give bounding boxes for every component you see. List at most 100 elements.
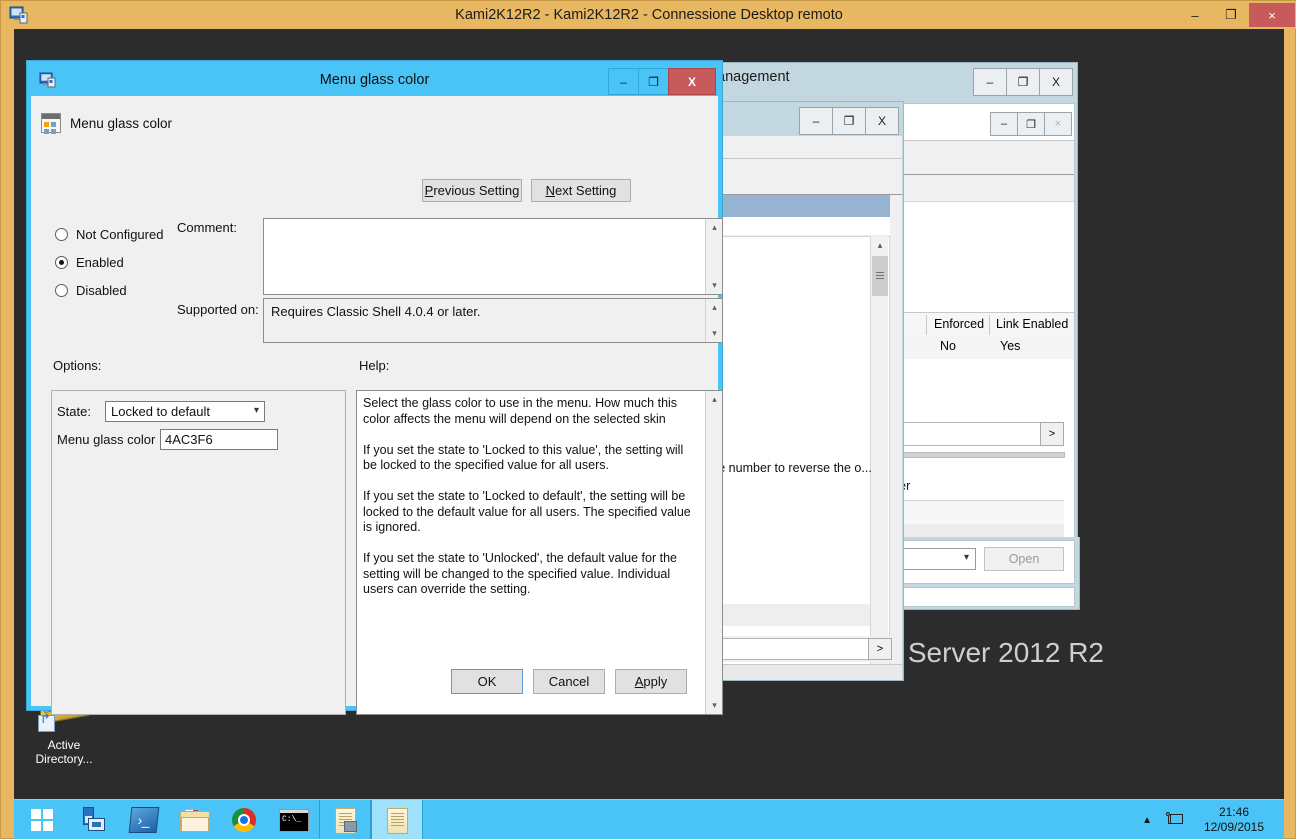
radio-enabled[interactable]: Enabled: [55, 248, 163, 276]
taskbar-group-policy-editor[interactable]: [371, 800, 423, 839]
taskbar-group-policy-management[interactable]: [319, 800, 371, 839]
dialog-maximize-button[interactable]: ❐: [638, 68, 669, 95]
gpm-child-restore-button[interactable]: ❐: [1017, 112, 1045, 136]
supported-on-textarea[interactable]: Requires Classic Shell 4.0.4 or later. ▴…: [263, 298, 723, 343]
taskbar-command-prompt[interactable]: C:\_: [269, 800, 319, 839]
radio-disabled-indicator[interactable]: [55, 284, 68, 297]
supported-scroll-down-icon[interactable]: ▾: [706, 325, 723, 342]
gpe-scroll-thumb[interactable]: [872, 256, 888, 296]
remote-desktop-minimize-button[interactable]: –: [1177, 3, 1213, 27]
supported-scroll-up-icon[interactable]: ▴: [706, 299, 723, 316]
gpm-child-minimize-button[interactable]: –: [990, 112, 1018, 136]
cancel-button[interactable]: Cancel: [533, 669, 605, 694]
remote-desktop-window-controls: – ❐ ×: [1177, 3, 1295, 27]
gpe-expand-button[interactable]: >: [868, 638, 892, 660]
radio-not-configured-indicator[interactable]: [55, 228, 68, 241]
remote-desktop-restore-button[interactable]: ❐: [1213, 3, 1249, 27]
clock-date: 12/09/2015: [1198, 820, 1270, 835]
remote-desktop-titlebar[interactable]: Kami2K12R2 - Kami2K12R2 - Connessione De…: [1, 1, 1296, 29]
gpm-minimize-button[interactable]: –: [973, 68, 1007, 96]
comment-scroll-up-icon[interactable]: ▴: [706, 219, 723, 236]
gpe-divider-1: [710, 158, 902, 159]
network-icon[interactable]: [1166, 812, 1184, 828]
clock[interactable]: 21:46 12/09/2015: [1198, 805, 1270, 835]
command-prompt-icon: C:\_: [279, 809, 309, 832]
screen-root: Kami2K12R2 - Kami2K12R2 - Connessione De…: [0, 0, 1296, 839]
remote-desktop-close-button[interactable]: ×: [1249, 3, 1295, 27]
gpe-scroll-up-icon[interactable]: ▴: [871, 236, 889, 254]
ok-button[interactable]: OK: [451, 669, 523, 694]
supported-on-label: Supported on:: [177, 302, 259, 317]
gpmc-icon: [333, 807, 357, 833]
previous-setting-button[interactable]: Previous Setting: [422, 179, 522, 202]
gpm-expand-button-1[interactable]: >: [1040, 422, 1064, 446]
state-combobox[interactable]: Locked to default: [105, 401, 265, 422]
dialog-minimize-button[interactable]: –: [608, 68, 639, 95]
help-text: Select the glass color to use in the men…: [363, 396, 698, 598]
dialog-titlebar[interactable]: Menu glass color – ❐ X: [31, 65, 718, 96]
gpm-maximize-button[interactable]: ❐: [1006, 68, 1040, 96]
gpm-column-link-enabled[interactable]: Link Enabled: [996, 317, 1068, 331]
comment-textarea[interactable]: ▴ ▾: [263, 218, 723, 295]
gpe-footer-field[interactable]: [710, 638, 870, 660]
radio-not-configured-label: Not Configured: [76, 227, 163, 242]
gpe-minimize-button[interactable]: –: [799, 107, 833, 135]
gpm-cell-link-enabled: Yes: [1000, 339, 1020, 353]
start-button[interactable]: [14, 800, 69, 839]
comment-value: [264, 219, 722, 227]
gpe-vscrollbar[interactable]: ▴ ▾: [870, 236, 888, 676]
taskbar-powershell[interactable]: ›_: [119, 800, 169, 839]
group-policy-editor-window[interactable]: – ❐ X ▴: [701, 101, 904, 681]
menu-glass-color-input[interactable]: [160, 429, 278, 450]
show-hidden-icons-button[interactable]: ▲: [1142, 813, 1152, 828]
state-combobox-wrap[interactable]: Locked to default ▾: [105, 401, 265, 422]
apply-button[interactable]: Apply: [615, 669, 687, 694]
dialog-close-button[interactable]: X: [668, 68, 716, 95]
supported-on-scrollbar[interactable]: ▴ ▾: [705, 299, 722, 342]
taskbar: ›_ C:\_ ▲: [14, 799, 1284, 839]
gpm-close-button[interactable]: X: [1039, 68, 1073, 96]
radio-enabled-label: Enabled: [76, 255, 124, 270]
help-scrollbar[interactable]: ▴ ▾: [705, 391, 722, 714]
gpe-window-controls: – ❐ X: [800, 107, 899, 135]
supported-on-value: Requires Classic Shell 4.0.4 or later.: [264, 299, 722, 324]
gpe-description-text: ve number to reverse the o...: [712, 461, 872, 475]
remote-desktop-window: Kami2K12R2 - Kami2K12R2 - Connessione De…: [0, 0, 1296, 839]
policy-state-radio-group: Not Configured Enabled Disabled: [55, 220, 163, 304]
file-explorer-icon: [180, 809, 208, 831]
dialog-body: Menu glass color Previous Setting Next S…: [31, 96, 718, 706]
help-scroll-down-icon[interactable]: ▾: [706, 697, 723, 714]
menu-glass-color-dialog[interactable]: Menu glass color – ❐ X Menu glass color …: [27, 61, 722, 710]
next-setting-button[interactable]: Next Setting: [531, 179, 631, 202]
radio-disabled[interactable]: Disabled: [55, 276, 163, 304]
gpe-maximize-button[interactable]: ❐: [832, 107, 866, 135]
gpe-titlebar[interactable]: – ❐ X: [702, 102, 903, 134]
radio-enabled-indicator[interactable]: [55, 256, 68, 269]
clock-time: 21:46: [1198, 805, 1270, 820]
remote-desktop-title: Kami2K12R2 - Kami2K12R2 - Connessione De…: [1, 1, 1296, 29]
help-scroll-up-icon[interactable]: ▴: [706, 391, 723, 408]
menu-glass-color-label: Menu glass color: [57, 432, 160, 447]
radio-disabled-label: Disabled: [76, 283, 127, 298]
gpe-footer: >: [710, 636, 902, 662]
state-value: Locked to default: [111, 404, 210, 419]
gpm-title: anagement: [717, 69, 790, 85]
gpm-child-window-controls: – ❐ ×: [991, 112, 1072, 136]
apply-label-rest: pply: [643, 674, 667, 689]
gpm-open-button: Open: [984, 547, 1064, 571]
setting-header: Menu glass color: [41, 113, 172, 133]
gpe-selected-row[interactable]: [710, 195, 890, 217]
comment-scroll-down-icon[interactable]: ▾: [706, 277, 723, 294]
comment-scrollbar[interactable]: ▴ ▾: [705, 219, 722, 294]
radio-not-configured[interactable]: Not Configured: [55, 220, 163, 248]
previous-setting-label-rest: revious Setting: [433, 183, 519, 198]
taskbar-file-explorer[interactable]: [169, 800, 219, 839]
taskbar-google-chrome[interactable]: [219, 800, 269, 839]
gpm-column-enforced[interactable]: Enforced: [934, 317, 984, 331]
taskbar-server-manager[interactable]: [69, 800, 119, 839]
gpm-titlebar[interactable]: anagement – ❐ X: [711, 63, 1077, 97]
help-panel: Select the glass color to use in the men…: [356, 390, 723, 715]
windows-start-icon: [31, 809, 53, 831]
gpm-cell-enforced: No: [940, 339, 956, 353]
gpe-close-button[interactable]: X: [865, 107, 899, 135]
